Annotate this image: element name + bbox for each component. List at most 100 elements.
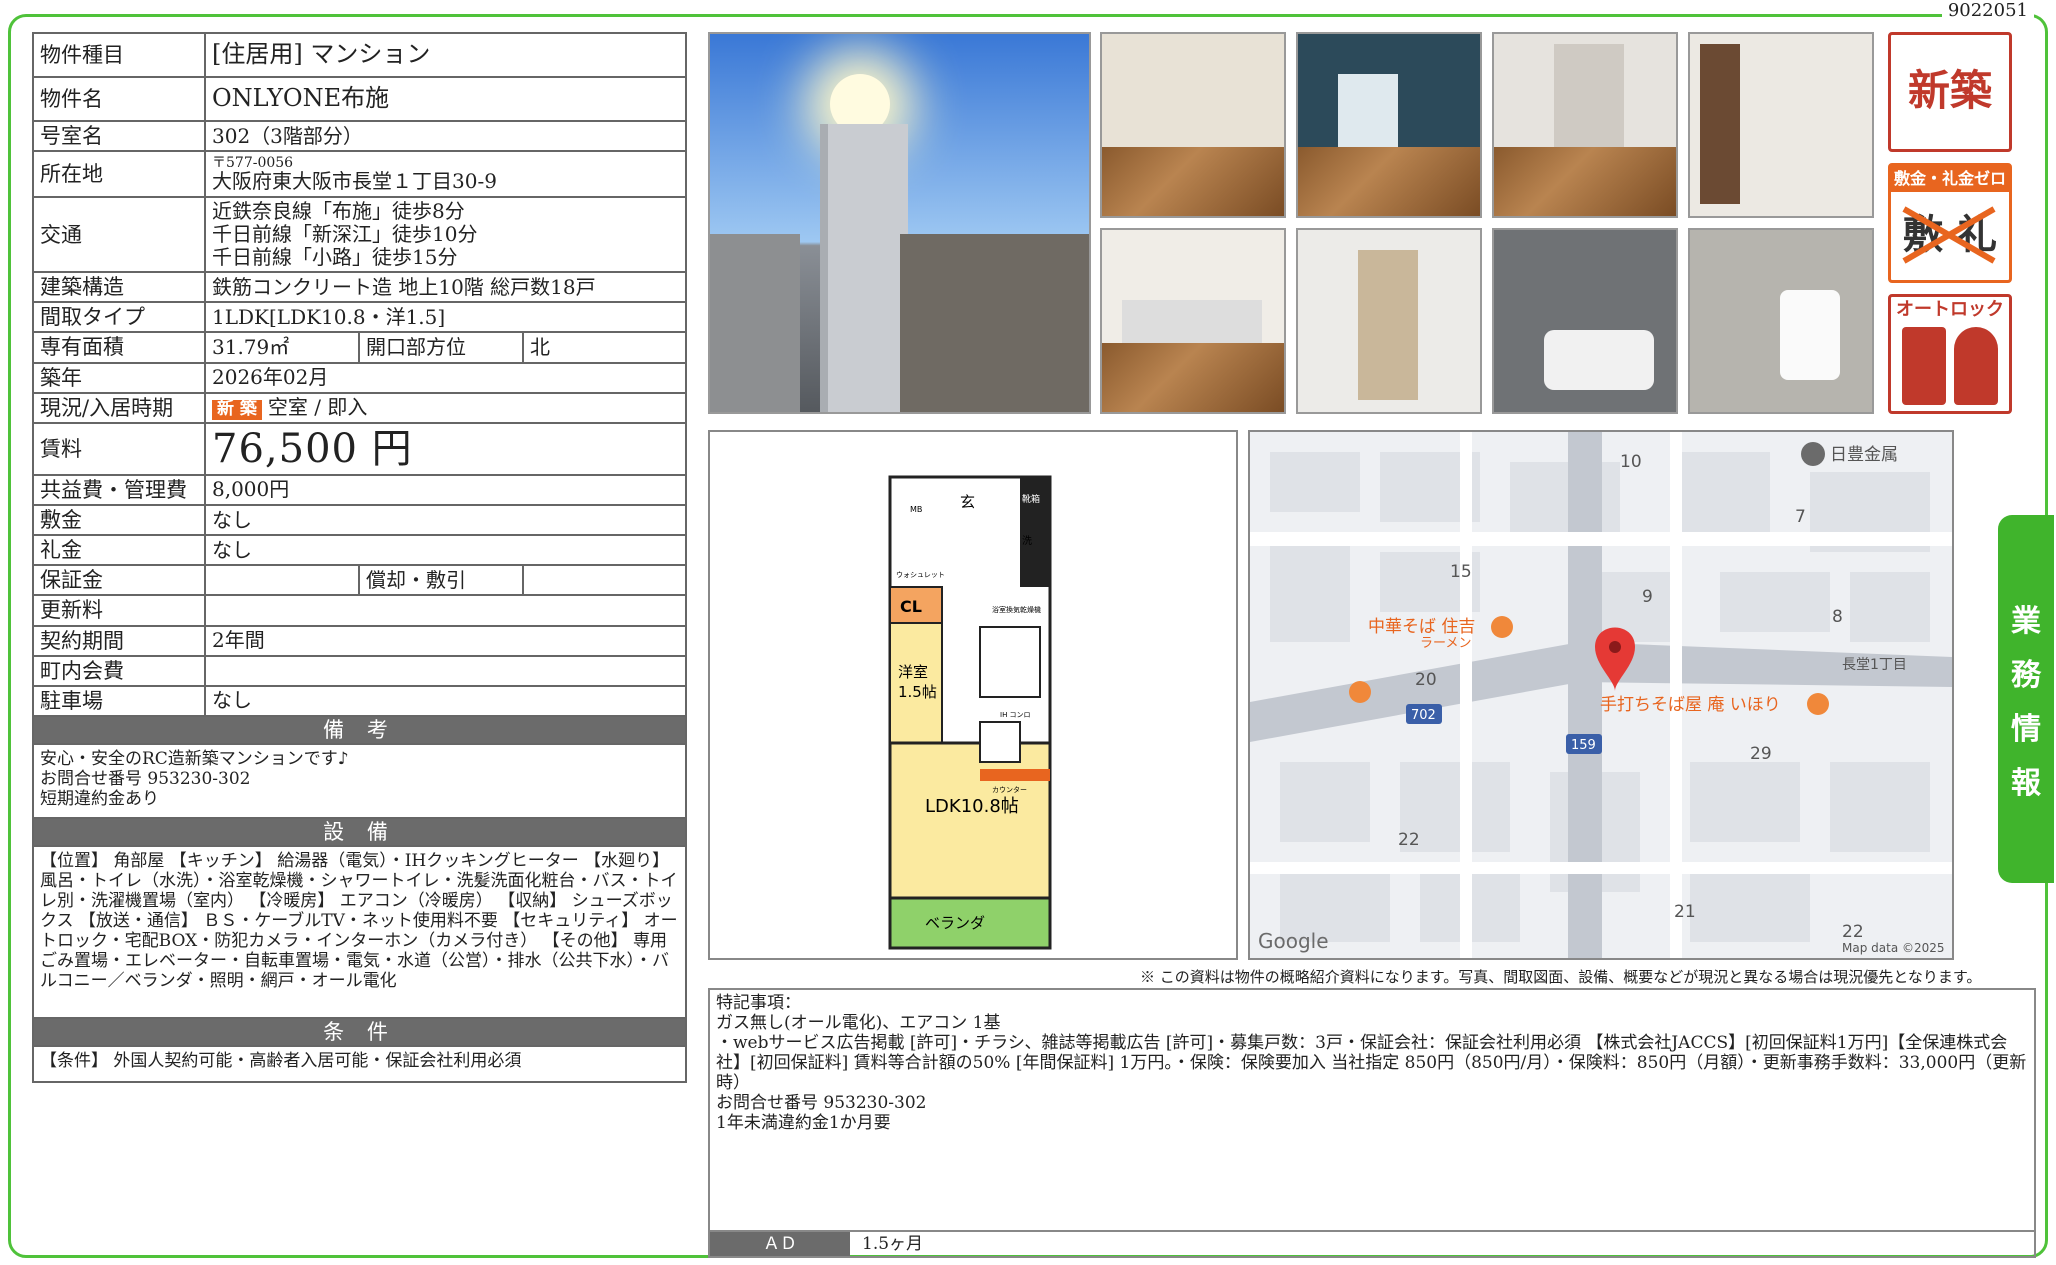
access-line: 千日前線「小路」徒歩15分	[212, 245, 458, 270]
label-guarantee: 保証金	[32, 564, 206, 597]
equipment-text: 【位置】 角部屋 【キッチン】 給湯器（電気）・IHクッキングヒーター 【水廻り…	[32, 845, 687, 1020]
value-key-money: なし	[204, 534, 687, 567]
label-type: 物件種目	[32, 32, 206, 78]
ldk-label: LDK10.8帖	[925, 796, 1019, 817]
label-built: 築年	[32, 361, 206, 394]
tab-char: 情	[2011, 712, 2041, 747]
autolock-text: オートロック	[1896, 299, 2004, 320]
zero-deposit-badge: 敷金・礼金ゼロ 敷 礼	[1888, 163, 2012, 283]
restaurant-icon	[1807, 693, 1829, 715]
map-label: 日豊金属	[1830, 445, 1898, 465]
value-deposit: なし	[204, 503, 687, 537]
restaurant-icon	[1349, 681, 1371, 703]
interior-photo[interactable]	[1296, 228, 1482, 414]
label-rent: 賃料	[32, 421, 206, 476]
interior-photo[interactable]	[1688, 228, 1874, 414]
label-structure: 建築構造	[32, 271, 206, 304]
mb-label: MB	[910, 505, 922, 514]
tab-char: 務	[2011, 658, 2041, 693]
business-info-tab[interactable]: 業 務 情 報	[1998, 515, 2054, 883]
value-direction: 北	[522, 331, 687, 364]
postal-code: 〒577-0056	[212, 154, 294, 171]
value-layout: 1LDK[LDK10.8・洋1.5]	[204, 301, 687, 334]
interior-photo[interactable]	[1492, 32, 1678, 218]
special-notes-line: ガス無し(オール電化)、エアコン 1基	[716, 1013, 1001, 1033]
map-label: 22	[1842, 922, 1864, 942]
label-room: 号室名	[32, 119, 206, 153]
remarks-line: 短期違約金あり	[40, 789, 159, 810]
special-notes: 特記事項： ガス無し(オール電化)、エアコン 1基 ・webサービス広告掲載 […	[708, 988, 2036, 1232]
interior-photo[interactable]	[1100, 228, 1286, 414]
label-area: 専有面積	[32, 331, 206, 364]
value-structure: 鉄筋コンクリート造 地上10階 総戸数18戸	[204, 271, 687, 304]
label-deposit: 敷金	[32, 503, 206, 537]
label-address: 所在地	[32, 150, 206, 199]
map-label: 10	[1620, 452, 1642, 472]
remarks-line: 安心・安全のRC造新築マンションです♪	[40, 749, 349, 770]
value-area: 31.79㎡	[204, 331, 360, 364]
toilet-label: ウォシュレット	[896, 571, 945, 579]
exterior-photo[interactable]	[708, 32, 1091, 414]
value-community-fee	[204, 654, 687, 687]
value-parking: なし	[204, 684, 687, 717]
zero-deposit-strike: 敷 礼	[1891, 192, 2009, 278]
interior-photo[interactable]	[1100, 32, 1286, 218]
poi-icon	[1801, 442, 1825, 466]
label-community-fee: 町内会費	[32, 654, 206, 687]
map-label: 15	[1450, 562, 1472, 582]
label-renewal: 更新料	[32, 594, 206, 627]
veranda-label: ベランダ	[925, 914, 985, 932]
equipment-header: 設 備	[32, 817, 687, 848]
value-room: 302（3階部分）	[204, 119, 687, 153]
autolock-badge: オートロック	[1888, 294, 2012, 414]
label-term: 契約期間	[32, 624, 206, 657]
special-notes-line: お問合せ番号 953230-302	[716, 1093, 927, 1113]
label-name: 物件名	[32, 76, 206, 122]
location-map[interactable]: 日豊金属 10 7 15 9 8 長堂1丁目 中華そば 住吉 ラーメン 20 7…	[1248, 430, 1954, 960]
interior-photo[interactable]	[1296, 32, 1482, 218]
map-label: 21	[1674, 902, 1696, 922]
wash-label: 洗	[1022, 535, 1032, 547]
access-line: 千日前線「新深江」徒歩10分	[212, 222, 478, 247]
map-copyright: Map data ©2025	[1842, 941, 1945, 955]
new-build-text: 新築	[1907, 66, 1992, 115]
tab-char: 業	[2011, 604, 2041, 639]
special-notes-line: 1年未満違約金1か月要	[716, 1113, 891, 1133]
remarks-header: 備 考	[32, 714, 687, 746]
shoe-label: 靴箱	[1022, 493, 1040, 505]
floor-plan[interactable]: MB 玄 靴箱 洗 ウォシュレット CL 洋室 1.5帖 浴室換気乾燥機 IH …	[708, 430, 1238, 960]
map-label: 手打ちそば屋 庵 いほり	[1600, 695, 1781, 715]
interior-photo[interactable]	[1492, 228, 1678, 414]
cl-label: CL	[900, 597, 922, 616]
value-status: 空室 / 即入	[267, 395, 368, 419]
ad-label: ＡＤ	[710, 1232, 850, 1256]
value-address: 大阪府東大阪市長堂１丁目30-9	[212, 168, 497, 193]
label-parking: 駐車場	[32, 684, 206, 717]
ad-value: 1.5ヶ月	[862, 1234, 924, 1254]
map-label: ラーメン	[1420, 636, 1471, 651]
yoshitsu-size: 1.5帖	[898, 683, 937, 701]
map-drawing: 日豊金属 10 7 15 9 8 長堂1丁目 中華そば 住吉 ラーメン 20 7…	[1250, 432, 1952, 958]
new-build-tag: 新 築	[212, 399, 262, 420]
value-fee: 8,000円	[204, 473, 687, 506]
zero-deposit-text: 敷金・礼金ゼロ	[1891, 166, 2009, 192]
interior-photo[interactable]	[1688, 32, 1874, 218]
bath-dryer-label: 浴室換気乾燥機	[992, 605, 1041, 614]
value-name: ONLYONE布施	[204, 76, 687, 122]
tab-char: 報	[2011, 766, 2041, 801]
genkan-label: 玄	[960, 493, 975, 511]
value-rent: 76,500 円	[204, 421, 687, 476]
document-id: 9022051	[1941, 0, 2034, 21]
special-notes-line: ・webサービス広告掲載 [許可]・チラシ、雑誌等掲載広告 [許可]・募集戸数：…	[716, 1033, 2027, 1093]
map-label: 29	[1750, 744, 1772, 764]
special-notes-title: 特記事項：	[716, 993, 801, 1013]
label-layout: 間取タイプ	[32, 301, 206, 334]
label-status: 現況/入居時期	[32, 391, 206, 424]
map-label: 20	[1415, 670, 1437, 690]
label-amortization: 償却・敷引	[358, 564, 524, 597]
ih-label: IH コンロ	[1000, 711, 1031, 719]
conditions-text: 【条件】 外国人契約可能・高齢者入居可能・保証会社利用必須	[32, 1045, 687, 1084]
google-logo: Google	[1258, 929, 1329, 953]
map-label: 9	[1642, 587, 1653, 607]
map-label: 7	[1795, 507, 1806, 527]
